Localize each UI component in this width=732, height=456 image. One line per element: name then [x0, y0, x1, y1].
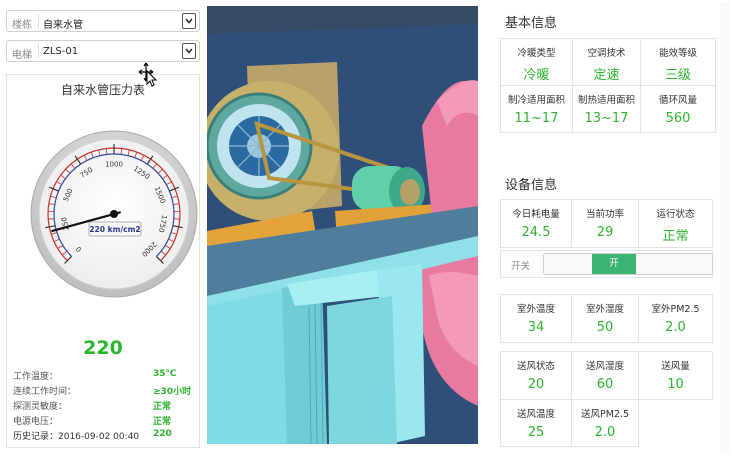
cell-value: 20 — [527, 377, 545, 392]
info-cell: 冷暖类型 冷暖 — [501, 39, 573, 86]
info-cell: 制冷适用面积 11~17 — [501, 86, 573, 133]
cell-label: 制热适用面积 — [577, 95, 635, 106]
info-label: 电源电压： — [13, 417, 59, 427]
cell-label: 室外湿度 — [585, 304, 624, 315]
gauge-value: 220 — [83, 337, 123, 359]
cell-value: 2.0 — [665, 320, 686, 335]
cell-value: 60 — [596, 377, 614, 392]
info-label: 工作温度： — [13, 372, 59, 382]
cell-value: 冷暖 — [523, 68, 550, 83]
info-cell: 室外湿度 50 — [572, 295, 639, 343]
gauge-tick-label: 1000 — [105, 161, 123, 169]
info-cell: 室外PM2.5 2.0 — [639, 295, 713, 343]
info-cell: 空调技术 定速 — [573, 39, 641, 86]
cell-label: 室外温度 — [516, 304, 555, 315]
cell-label: 循环风量 — [658, 95, 697, 106]
info-value: 35℃ — [153, 369, 177, 379]
cell-value: 29 — [596, 225, 614, 240]
cell-label: 能效等级 — [658, 48, 697, 59]
chevron-down-icon[interactable] — [182, 13, 196, 29]
info-value: 正常 — [153, 417, 172, 427]
scrollbar[interactable] — [720, 2, 730, 452]
info-cell: 能效等级 三级 — [641, 39, 716, 86]
cell-label: 送风湿度 — [585, 361, 624, 372]
power-switch[interactable]: 开 — [543, 253, 713, 275]
cell-value: 定速 — [593, 68, 620, 83]
basic-info-grid: 冷暖类型 冷暖 空调技术 定速 能效等级 三级 制冷适用面积 11~17 制热适… — [500, 38, 716, 133]
info-cell: 送风湿度 60 — [572, 352, 639, 400]
building-label: 楼栋 — [12, 20, 32, 31]
cell-label: 室外PM2.5 — [651, 304, 700, 315]
cell-value: 560 — [665, 111, 691, 126]
cell-value: 50 — [596, 320, 614, 335]
info-value: ≥30小时 — [153, 387, 192, 397]
cell-label: 空调技术 — [587, 48, 626, 59]
elevator-value: ZLS-01 — [43, 46, 79, 57]
info-value: 正常 — [153, 402, 172, 412]
cell-value: 三级 — [664, 68, 691, 83]
divider — [38, 44, 39, 58]
switch-label: 开关 — [511, 261, 531, 272]
cell-label: 冷暖类型 — [517, 48, 556, 59]
info-label: 连续工作时间： — [13, 387, 77, 397]
device-info-title: 设备信息 — [505, 178, 558, 193]
cell-label: 运行状态 — [656, 209, 695, 220]
pressure-gauge-panel: 自来水管压力表 0 250 500 750 1000 1250 1500 1750 2000 2… — [6, 74, 200, 448]
basic-info-title: 基本信息 — [505, 16, 558, 31]
cell-value: 正常 — [662, 229, 689, 244]
cell-value: 24.5 — [521, 225, 551, 240]
info-cell: 送风状态 20 — [501, 352, 572, 400]
cell-label: 送风状态 — [516, 361, 555, 372]
elevator-select[interactable]: 电梯 ZLS-01 — [6, 40, 200, 62]
cell-label: 制冷适用面积 — [507, 95, 565, 106]
gauge-hub — [110, 210, 118, 218]
outdoor-grid: 室外温度 34 室外湿度 50 室外PM2.5 2.0 — [500, 294, 713, 343]
pressure-gauge: 025050075010001250150017502000 220 km/cm… — [30, 130, 198, 298]
equipment-3d-render — [207, 6, 478, 444]
divider — [38, 14, 39, 28]
elevator-label: 电梯 — [12, 50, 32, 61]
building-value: 自来水管 — [43, 20, 83, 31]
info-cell: 运行状态 正常 — [639, 200, 713, 248]
history-value: 220 — [153, 429, 172, 439]
cell-label: 送风PM2.5 — [580, 409, 630, 420]
cell-value: 13~17 — [584, 111, 629, 126]
power-switch-row: 开关 开 — [500, 250, 713, 278]
info-cell: 循环风量 560 — [641, 86, 716, 133]
building-select[interactable]: 楼栋 自来水管 — [6, 10, 200, 32]
supply-air-grid: 送风状态 20 送风湿度 60 送风量 10 送风温度 25 送风PM2.5 2… — [500, 351, 713, 447]
cell-label: 当前功率 — [585, 209, 624, 220]
cell-label: 送风温度 — [516, 409, 555, 420]
info-cell: 送风温度 25 — [501, 400, 572, 447]
gauge-title: 自来水管压力表 — [60, 83, 145, 97]
info-cell: 室外温度 34 — [501, 295, 572, 343]
info-cell: 送风PM2.5 2.0 — [572, 400, 639, 447]
cell-value: 11~17 — [514, 111, 559, 126]
move-cursor-icon — [138, 62, 158, 87]
switch-on-knob[interactable]: 开 — [592, 254, 636, 274]
cell-value: 25 — [527, 425, 545, 440]
info-cell: 当前功率 29 — [572, 200, 639, 248]
history-label: 历史记录：2016-09-02 00:40 — [13, 432, 140, 442]
cell-value: 2.0 — [594, 425, 616, 440]
cell-label: 今日耗电量 — [512, 209, 560, 220]
info-cell: 送风量 10 — [639, 352, 713, 400]
cell-label: 送风量 — [661, 361, 690, 372]
info-cell: 今日耗电量 24.5 — [501, 200, 572, 248]
device-info-grid: 今日耗电量 24.5 当前功率 29 运行状态 正常 — [500, 199, 713, 248]
cell-value: 34 — [527, 320, 545, 335]
info-label: 探测灵敏度： — [13, 402, 68, 412]
gauge-readout: 220 km/cm2 — [89, 225, 140, 234]
chevron-down-icon[interactable] — [182, 43, 196, 59]
equipment-3d-view[interactable] — [207, 6, 478, 444]
info-cell: 制热适用面积 13~17 — [573, 86, 641, 133]
cell-value: 10 — [667, 377, 684, 392]
